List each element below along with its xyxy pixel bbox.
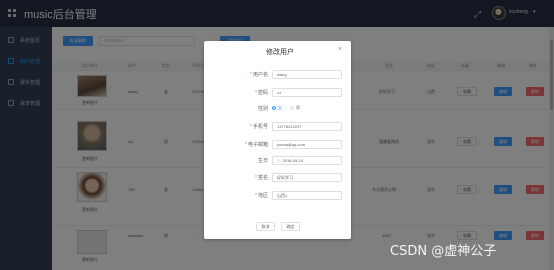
email-label: *电子邮箱: [245, 142, 268, 148]
username-field[interactable]: wang: [272, 70, 342, 79]
birthday-label: 生日: [257, 158, 268, 164]
watermark: CSDN @虚神公子: [390, 244, 497, 259]
password-field[interactable]: •••: [272, 88, 342, 97]
phone-label: *手机号: [250, 124, 268, 130]
gender-label: 性别: [257, 106, 268, 112]
edit-user-dialog: 修改用户 × *用户名 wang *密码 ••• 性别 女 男 *手机号 137…: [204, 41, 351, 239]
password-label: *密码: [255, 90, 268, 96]
gender-option-female[interactable]: 女: [278, 105, 282, 111]
calendar-icon: ◷: [277, 158, 281, 163]
close-icon[interactable]: ×: [338, 46, 342, 53]
region-label: *地区: [255, 193, 268, 199]
gender-radio-female[interactable]: [272, 106, 276, 110]
username-label: *用户名: [250, 72, 268, 78]
phone-field[interactable]: 13776412237: [272, 122, 342, 131]
confirm-button[interactable]: 确定: [281, 222, 300, 231]
dialog-title: 修改用户: [266, 49, 294, 56]
cancel-button[interactable]: 取消: [256, 222, 275, 231]
signature-label: *签名: [255, 175, 268, 181]
gender-radio-male[interactable]: [290, 106, 294, 110]
gender-option-male[interactable]: 男: [296, 105, 300, 111]
birthday-picker[interactable]: ◷ 2016-05-24: [272, 156, 342, 165]
email-field[interactable]: yoona@qq.com: [272, 140, 342, 149]
signature-field[interactable]: 好好学习: [272, 173, 342, 182]
region-field[interactable]: 山西1: [272, 191, 342, 200]
